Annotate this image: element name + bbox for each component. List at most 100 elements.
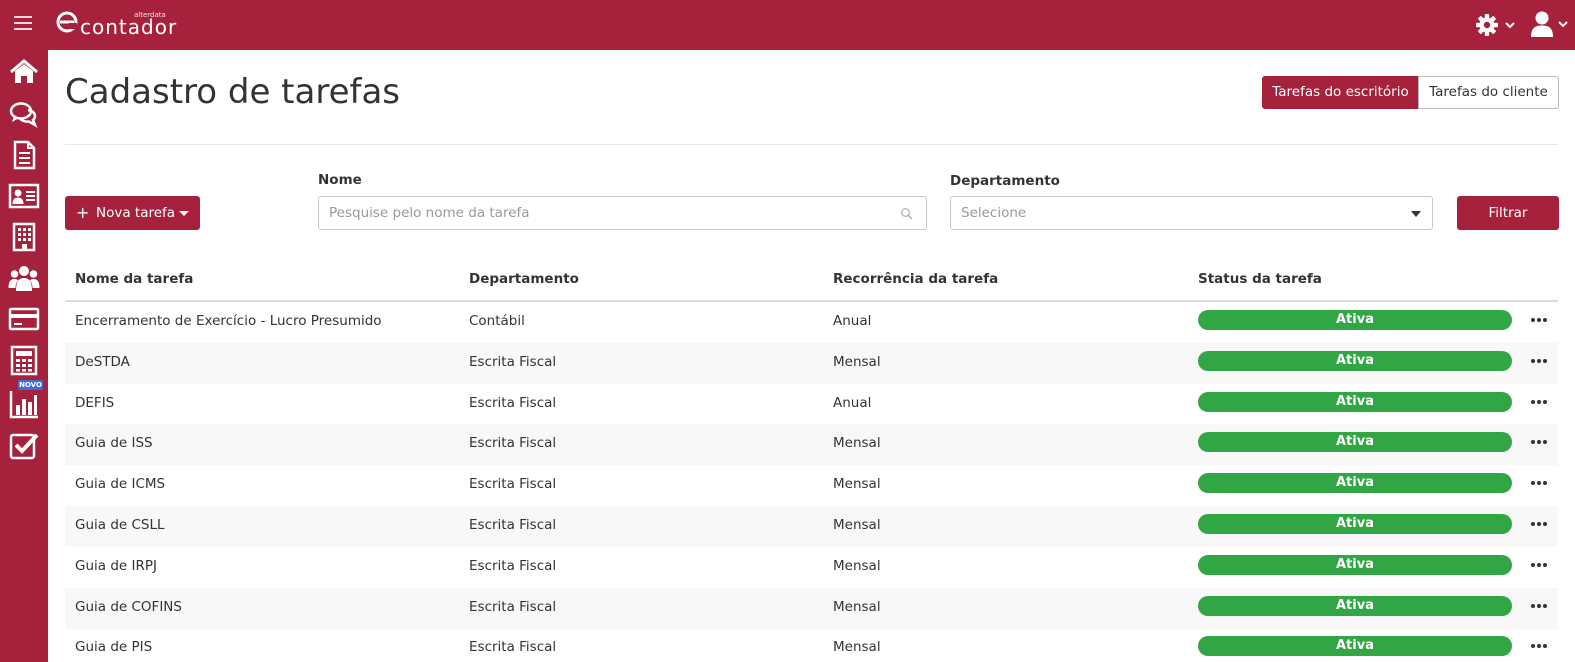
sidebar-item-contacts[interactable] <box>8 180 40 212</box>
department-label: Departamento <box>950 173 1060 189</box>
sidebar-item-users[interactable] <box>8 262 40 294</box>
more-actions-icon[interactable] <box>1528 434 1550 450</box>
building-icon <box>12 222 36 252</box>
table-row[interactable]: Guia de ICMS Escrita Fiscal Mensal Ativa <box>65 465 1558 506</box>
users-icon <box>8 266 40 291</box>
sidebar-item-documents[interactable] <box>8 139 40 171</box>
more-actions-icon[interactable] <box>1528 516 1550 532</box>
recurrence-cell: Mensal <box>833 598 881 615</box>
task-name-cell: Guia de COFINS <box>75 598 182 615</box>
logo-e-icon <box>56 11 78 33</box>
table-row[interactable]: Guia de PIS Escrita Fiscal Mensal Ativa <box>65 628 1558 662</box>
user-menu[interactable] <box>1530 10 1574 40</box>
sidebar-item-home[interactable] <box>8 56 40 88</box>
table-row[interactable]: DeSTDA Escrita Fiscal Mensal Ativa <box>65 342 1558 384</box>
table-row[interactable]: DEFIS Escrita Fiscal Anual Ativa <box>65 384 1558 425</box>
more-actions-icon[interactable] <box>1528 638 1550 654</box>
contact-card-icon <box>8 183 40 209</box>
department-cell: Escrita Fiscal <box>469 353 557 370</box>
more-actions-icon[interactable] <box>1528 598 1550 614</box>
caret-down-icon <box>1411 211 1421 217</box>
chevron-down-icon <box>1505 22 1515 29</box>
task-name-cell: DeSTDA <box>75 353 130 370</box>
status-badge: Ativa <box>1198 554 1512 575</box>
department-cell: Contábil <box>469 313 525 329</box>
sidebar-item-reports[interactable] <box>8 388 40 420</box>
bar-chart-icon <box>9 391 38 419</box>
recurrence-cell: Anual <box>833 313 872 329</box>
calculator-icon <box>10 345 38 376</box>
department-cell: Escrita Fiscal <box>469 435 557 452</box>
sidebar-item-payments[interactable] <box>8 303 40 335</box>
status-badge: Ativa <box>1198 391 1512 412</box>
settings-menu[interactable] <box>1475 12 1523 38</box>
new-task-button[interactable]: + Nova tarefa <box>65 196 200 230</box>
plus-icon: + <box>76 203 90 222</box>
sidebar-item-companies[interactable] <box>8 221 40 253</box>
status-badge: Ativa <box>1198 310 1512 330</box>
recurrence-cell: Anual <box>833 394 872 411</box>
table-row[interactable]: Encerramento de Exercício - Lucro Presum… <box>65 302 1558 343</box>
task-name-cell: Guia de IRPJ <box>75 557 157 574</box>
table-row[interactable]: Guia de CSLL Escrita Fiscal Mensal Ativa <box>65 506 1558 547</box>
more-actions-icon[interactable] <box>1528 394 1550 410</box>
recurrence-cell: Mensal <box>833 435 881 452</box>
department-cell: Escrita Fiscal <box>469 557 557 574</box>
filter-button[interactable]: Filtrar <box>1457 196 1559 230</box>
status-badge: Ativa <box>1198 350 1512 371</box>
document-icon <box>13 140 36 170</box>
gear-icon <box>1476 14 1515 36</box>
department-select[interactable]: Selecione <box>950 196 1433 230</box>
status-badge: Ativa <box>1198 473 1512 494</box>
task-name-cell: DEFIS <box>75 394 115 411</box>
department-cell: Escrita Fiscal <box>469 517 557 533</box>
column-header-department[interactable]: Departamento <box>469 270 579 288</box>
department-cell: Escrita Fiscal <box>469 639 557 656</box>
table-row[interactable]: Guia de ISS Escrita Fiscal Mensal Ativa <box>65 424 1558 466</box>
task-name-search-input[interactable] <box>318 196 927 230</box>
department-cell: Escrita Fiscal <box>469 476 557 493</box>
recurrence-cell: Mensal <box>833 476 881 493</box>
task-name-cell: Guia de ISS <box>75 435 153 452</box>
logo-text: contador <box>80 15 178 39</box>
sidebar-item-tasks[interactable] <box>8 430 40 462</box>
more-actions-icon[interactable] <box>1528 312 1550 328</box>
more-actions-icon[interactable] <box>1528 353 1550 369</box>
task-name-cell: Guia de PIS <box>75 639 153 656</box>
recurrence-cell: Mensal <box>833 517 881 533</box>
header-divider <box>65 144 1558 145</box>
status-badge: Ativa <box>1198 514 1512 534</box>
recurrence-cell: Mensal <box>833 557 881 574</box>
status-badge: Ativa <box>1198 595 1512 616</box>
search-icon <box>901 208 913 220</box>
caret-down-icon <box>179 211 189 216</box>
status-badge: Ativa <box>1198 432 1512 453</box>
sidebar: NOVO <box>0 50 48 662</box>
department-cell: Escrita Fiscal <box>469 598 557 615</box>
chevron-down-icon <box>1558 21 1568 28</box>
sidebar-item-calculator[interactable] <box>8 344 40 376</box>
task-name-cell: Guia de CSLL <box>75 517 165 533</box>
table-row[interactable]: Guia de IRPJ Escrita Fiscal Mensal Ativa <box>65 547 1558 588</box>
more-actions-icon[interactable] <box>1528 557 1550 573</box>
column-header-recurrence[interactable]: Recorrência da tarefa <box>833 270 998 288</box>
column-header-name[interactable]: Nome da tarefa <box>75 270 193 288</box>
chat-icon <box>9 102 38 128</box>
tab-office-tasks[interactable]: Tarefas do escritório <box>1262 76 1419 109</box>
department-cell: Escrita Fiscal <box>469 394 557 411</box>
table-header: Nome da tarefa Departamento Recorrência … <box>65 258 1558 302</box>
column-header-status[interactable]: Status da tarefa <box>1198 270 1322 288</box>
table-row[interactable]: Guia de COFINS Escrita Fiscal Mensal Ativa <box>65 587 1558 629</box>
department-select-value: Selecione <box>961 205 1027 221</box>
menu-icon[interactable] <box>14 16 32 30</box>
sidebar-item-chat[interactable] <box>8 98 40 130</box>
tab-client-tasks[interactable]: Tarefas do cliente <box>1418 76 1559 109</box>
recurrence-cell: Mensal <box>833 639 881 656</box>
top-bar: alterdata contador <box>0 0 1575 50</box>
page-title: Cadastro de tarefas <box>65 72 401 112</box>
name-label: Nome <box>318 172 362 188</box>
task-name-cell: Guia de ICMS <box>75 476 166 493</box>
status-badge: Ativa <box>1198 636 1512 657</box>
more-actions-icon[interactable] <box>1528 475 1550 491</box>
home-icon <box>10 59 38 83</box>
